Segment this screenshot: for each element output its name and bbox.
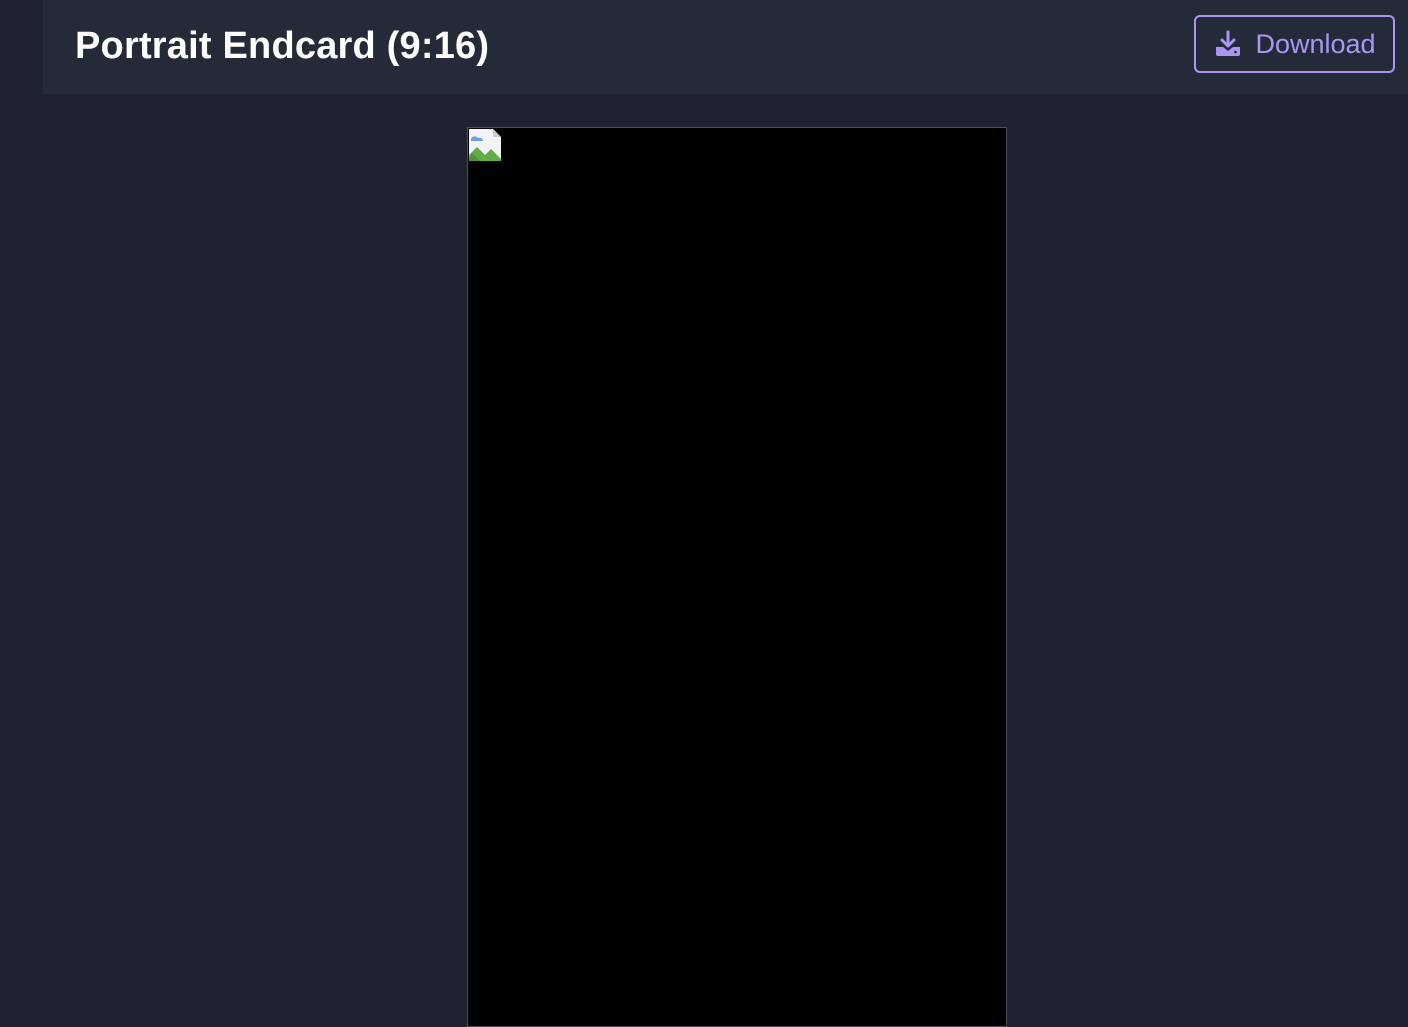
preview-area <box>43 94 1408 1027</box>
endcard-preview-frame <box>467 127 1007 1027</box>
download-icon <box>1213 29 1243 59</box>
page-title: Portrait Endcard (9:16) <box>75 25 490 67</box>
left-sidebar-strip <box>0 0 43 1002</box>
broken-image-icon <box>468 128 502 162</box>
download-button[interactable]: Download <box>1194 15 1395 73</box>
header-bar: Portrait Endcard (9:16) Download <box>43 0 1408 94</box>
download-button-label: Download <box>1255 28 1376 59</box>
